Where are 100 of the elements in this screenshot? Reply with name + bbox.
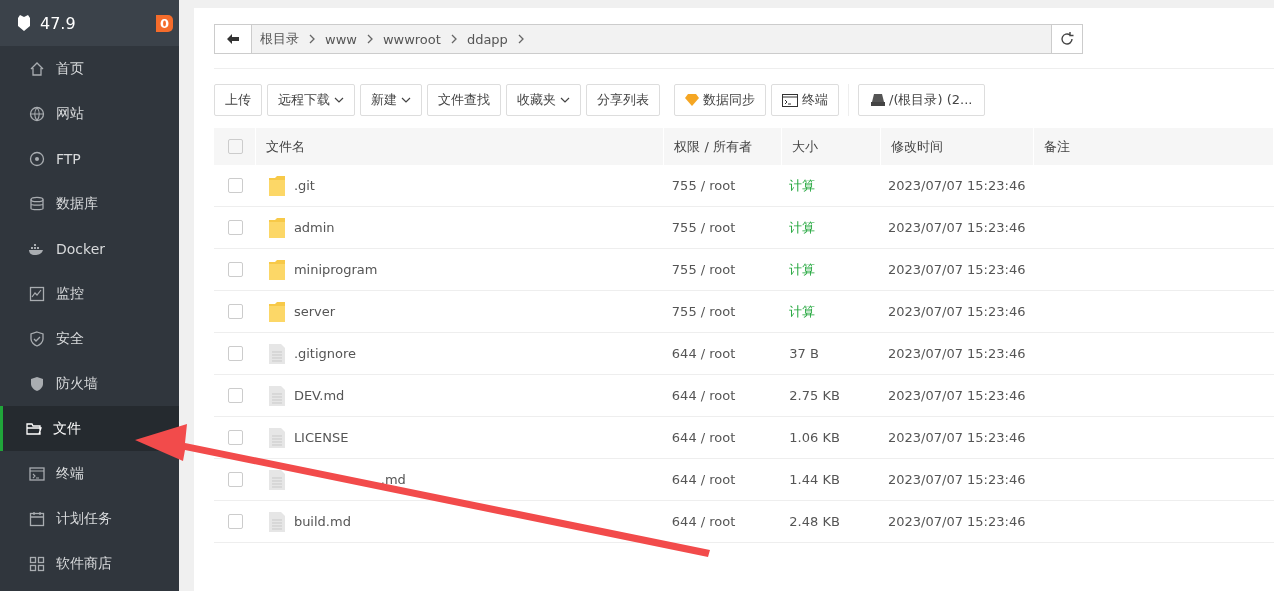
modified-time: 2023/07/07 15:23:46	[888, 388, 1026, 403]
file-name[interactable]: .git	[293, 178, 315, 193]
modified-time: 2023/07/07 15:23:46	[888, 514, 1026, 529]
modified-time: 2023/07/07 15:23:46	[888, 472, 1026, 487]
chevron-right-icon	[366, 34, 373, 44]
breadcrumb-link[interactable]: 根目录	[260, 30, 299, 48]
calendar-icon	[28, 509, 46, 528]
file-name[interactable]: server	[293, 304, 336, 319]
permission-cell: 755 / root	[671, 262, 736, 277]
sidebar-item[interactable]: 终端	[0, 451, 179, 496]
shield-icon	[28, 329, 46, 348]
permission-cell: 644 / root	[671, 388, 736, 403]
toolbar-button[interactable]: 新建	[360, 84, 422, 116]
sidebar-item[interactable]: 文件	[0, 406, 179, 451]
row-checkbox[interactable]	[228, 262, 243, 277]
folder-icon	[267, 174, 286, 197]
breadcrumb-link[interactable]: wwwroot	[382, 31, 441, 47]
breadcrumb-link[interactable]: www	[325, 31, 357, 47]
chevron-right-icon	[309, 34, 315, 44]
sidebar-item[interactable]: 网站	[0, 91, 179, 136]
toolbar-button[interactable]: 上传	[214, 84, 262, 116]
toolbar-button[interactable]: 远程下载	[267, 84, 355, 116]
toolbar-button[interactable]: 终端	[771, 84, 839, 116]
back-arrow-icon	[227, 34, 239, 44]
server-title: 47.9	[40, 13, 76, 33]
refresh-icon	[1060, 32, 1074, 46]
permission-cell: 755 / root	[671, 304, 736, 319]
notification-badge: 0	[155, 14, 173, 32]
row-checkbox[interactable]	[228, 430, 243, 445]
modified-time: 2023/07/07 15:23:46	[888, 304, 1026, 319]
row-checkbox[interactable]	[228, 178, 243, 193]
file-icon	[267, 384, 286, 407]
row-checkbox[interactable]	[228, 472, 243, 487]
breadcrumb-link[interactable]: ddapp	[466, 31, 508, 47]
file-name[interactable]: DEV.md	[293, 388, 345, 403]
file-name[interactable]: miniprogram	[293, 262, 378, 277]
row-checkbox[interactable]	[228, 220, 243, 235]
file-icon	[267, 510, 286, 533]
row-checkbox[interactable]	[228, 346, 243, 361]
file-name[interactable]: build.md	[293, 514, 351, 529]
permission-cell: 644 / root	[671, 430, 736, 445]
modified-time: 2023/07/07 15:23:46	[888, 262, 1026, 277]
file-name[interactable]: .gitignore	[293, 346, 357, 361]
database-icon	[28, 194, 46, 213]
modified-time: 2023/07/07 15:23:46	[888, 346, 1026, 361]
globe-icon	[28, 104, 46, 123]
diamond-icon	[685, 94, 699, 106]
chevron-right-icon	[517, 34, 524, 44]
size-cell: 1.06 KB	[789, 430, 840, 445]
permission-cell: 644 / root	[671, 514, 736, 529]
sidebar-item[interactable]: 监控	[0, 271, 179, 316]
select-all-checkbox[interactable]	[228, 139, 243, 154]
terminal-icon	[28, 464, 46, 483]
column-header: 文件名	[266, 138, 306, 154]
file-icon	[267, 342, 286, 365]
column-header: 修改时间	[890, 138, 943, 154]
file-icon	[267, 426, 286, 449]
file-name[interactable]: LICENSE	[293, 430, 349, 445]
column-header: 权限 / 所有者	[674, 138, 752, 154]
disk-button[interactable]: /(根目录) (2...	[858, 84, 986, 116]
sidebar-item[interactable]: Docker	[0, 226, 179, 271]
sidebar-item[interactable]: 安全	[0, 316, 179, 361]
size-cell: 2.48 KB	[789, 514, 840, 529]
grid-icon	[28, 554, 46, 573]
disk-icon	[871, 94, 885, 106]
file-icon	[267, 468, 286, 491]
sidebar-item[interactable]: 首页	[0, 46, 179, 91]
size-cell: 2.75 KB	[789, 388, 840, 403]
chevron-right-icon	[450, 34, 457, 44]
folder-icon	[267, 216, 286, 239]
logo-icon	[16, 14, 32, 32]
size-cell: 1.44 KB	[789, 472, 840, 487]
modified-time: 2023/07/07 15:23:46	[888, 220, 1026, 235]
toolbar-button[interactable]: 分享列表	[586, 84, 660, 116]
permission-cell: 644 / root	[671, 346, 736, 361]
back-button[interactable]	[215, 25, 252, 53]
folder-icon	[267, 258, 286, 281]
folder-icon	[267, 300, 286, 323]
file-name[interactable]: admin	[293, 220, 335, 235]
row-checkbox[interactable]	[228, 388, 243, 403]
file-name[interactable]: .md	[380, 472, 406, 487]
toolbar-button[interactable]: 数据同步	[674, 84, 766, 116]
sidebar-item[interactable]: FTP	[0, 136, 179, 181]
modified-time: 2023/07/07 15:23:46	[888, 178, 1026, 193]
size-cell: 37 B	[789, 346, 819, 361]
toolbar-button[interactable]: 文件查找	[427, 84, 501, 116]
modified-time: 2023/07/07 15:23:46	[888, 430, 1026, 445]
permission-cell: 644 / root	[671, 472, 736, 487]
permission-cell: 755 / root	[671, 220, 736, 235]
permission-cell: 755 / root	[671, 178, 736, 193]
refresh-button[interactable]	[1051, 25, 1082, 53]
row-checkbox[interactable]	[228, 304, 243, 319]
sidebar-item[interactable]: 软件商店	[0, 541, 179, 586]
sidebar-item[interactable]: 计划任务	[0, 496, 179, 541]
sidebar-item[interactable]: 数据库	[0, 181, 179, 226]
column-header: 备注	[1043, 138, 1070, 154]
toolbar-button[interactable]: 收藏夹	[506, 84, 581, 116]
row-checkbox[interactable]	[228, 514, 243, 529]
column-header: 大小	[791, 138, 818, 154]
sidebar-item[interactable]: 防火墙	[0, 361, 179, 406]
